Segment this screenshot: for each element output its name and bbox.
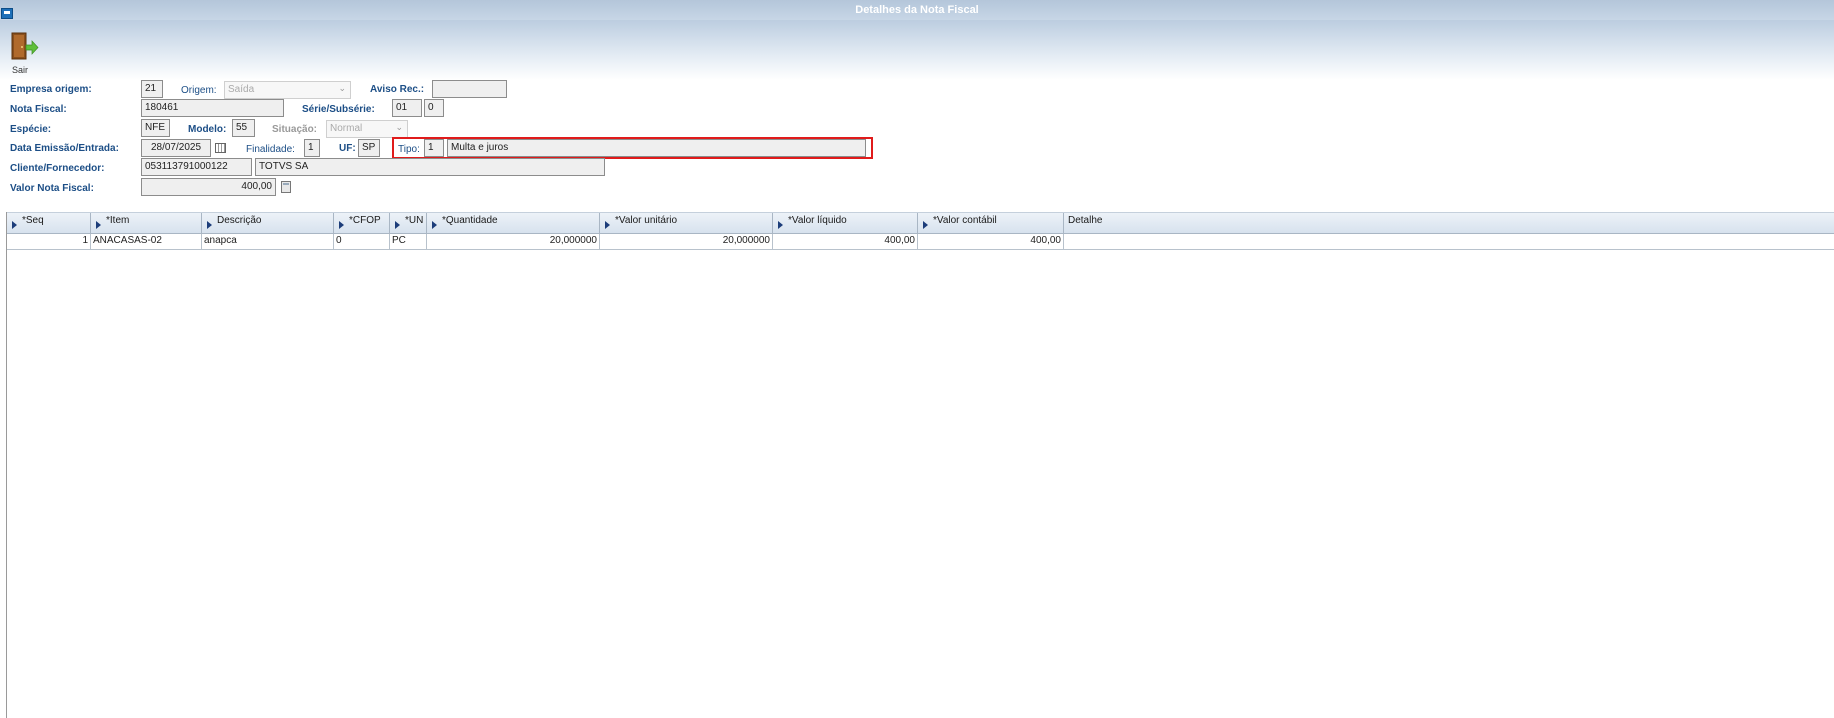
column-header-label: *Valor contábil [933, 215, 997, 226]
column-header-seq[interactable]: *Seq [7, 213, 91, 234]
cell-item[interactable]: ANACASAS-02 [91, 234, 202, 249]
cliente-code-field[interactable]: 053113791000122 [141, 158, 252, 176]
modelo-label: Modelo: [188, 124, 227, 135]
grid-header: *Seq *Item Descrição *CFOP *UN *Quantida… [7, 212, 1834, 234]
sort-arrow-icon [605, 221, 610, 229]
calculator-icon[interactable] [281, 181, 291, 193]
column-header-label: *Seq [22, 215, 44, 226]
sort-arrow-icon [339, 221, 344, 229]
exit-button-label: Sair [12, 65, 29, 75]
origem-select-value: Saída [228, 84, 255, 95]
column-header-un[interactable]: *UN [390, 213, 427, 234]
tipo-label: Tipo: [398, 144, 420, 155]
origem-label: Origem: [181, 85, 217, 96]
column-header-descricao[interactable]: Descrição [202, 213, 334, 234]
modelo-field[interactable]: 55 [232, 119, 255, 137]
valor-nota-fiscal-label: Valor Nota Fiscal: [10, 183, 94, 194]
column-header-item[interactable]: *Item [91, 213, 202, 234]
column-header-detalhe: Detalhe [1064, 213, 1834, 234]
column-header-label: *Valor líquido [788, 215, 847, 226]
situacao-label: Situação: [272, 124, 318, 135]
data-emissao-field[interactable]: 28/07/2025 [141, 139, 211, 157]
cliente-name-field[interactable]: TOTVS SA [255, 158, 605, 176]
cell-valor-contabil[interactable]: 400,00 [918, 234, 1064, 249]
column-header-label: *Item [106, 215, 130, 226]
cell-cfop[interactable]: 0 [334, 234, 390, 249]
column-header-label: *Quantidade [442, 215, 498, 226]
sort-arrow-icon [432, 221, 437, 229]
serie-field[interactable]: 01 [392, 99, 422, 117]
column-header-cfop[interactable]: *CFOP [334, 213, 390, 234]
especie-field[interactable]: NFE [141, 119, 170, 137]
column-header-valor-unitario[interactable]: *Valor unitário [600, 213, 773, 234]
sort-arrow-icon [923, 221, 928, 229]
especie-label: Espécie: [10, 124, 52, 135]
cell-seq[interactable]: 1 [7, 234, 91, 249]
empresa-origem-label: Empresa origem: [10, 84, 92, 95]
toolbar: Sair [0, 20, 1834, 80]
sort-arrow-icon [12, 221, 17, 229]
situacao-select-value: Normal [330, 123, 363, 134]
cliente-fornecedor-label: Cliente/Fornecedor: [10, 163, 105, 174]
valor-nota-fiscal-field[interactable]: 400,00 [141, 178, 276, 196]
column-header-label: Detalhe [1068, 215, 1103, 226]
cell-un[interactable]: PC [390, 234, 427, 249]
uf-label: UF: [339, 143, 356, 154]
chevron-down-icon: ⌄ [338, 83, 346, 93]
column-header-label: *Valor unitário [615, 215, 678, 226]
data-emissao-label: Data Emissão/Entrada: [10, 143, 119, 154]
cell-valor-unitario[interactable]: 20,000000 [600, 234, 773, 249]
tipo-description-field[interactable]: Multa e juros [447, 139, 866, 157]
serie-subserie-label: Série/Subsérie: [302, 104, 375, 115]
column-header-label: Descrição [217, 215, 262, 226]
tipo-code-field[interactable]: 1 [424, 139, 444, 157]
sort-arrow-icon [778, 221, 783, 229]
column-header-valor-contabil[interactable]: *Valor contábil [918, 213, 1064, 234]
cell-detalhe [1064, 234, 1834, 249]
sort-arrow-icon [395, 221, 400, 229]
nota-fiscal-label: Nota Fiscal: [10, 104, 67, 115]
sort-arrow-icon [207, 221, 212, 229]
column-header-label: *UN [405, 215, 424, 226]
finalidade-label: Finalidade: [246, 144, 295, 155]
origem-select: Saída ⌄ [224, 81, 351, 99]
table-row[interactable]: 1 ANACASAS-02 anapca 0 PC 20,000000 20,0… [7, 234, 1834, 250]
nota-fiscal-field[interactable]: 180461 [141, 99, 284, 117]
sort-arrow-icon [96, 221, 101, 229]
exit-door-icon [11, 32, 39, 60]
cell-valor-liquido[interactable]: 400,00 [773, 234, 918, 249]
finalidade-field[interactable]: 1 [304, 139, 320, 157]
window-title: Detalhes da Nota Fiscal [855, 4, 979, 16]
chevron-down-icon: ⌄ [395, 122, 403, 132]
empresa-origem-field[interactable]: 21 [141, 80, 163, 98]
column-header-label: *CFOP [349, 215, 381, 226]
exit-button[interactable]: Sair [9, 30, 43, 75]
title-bar: Detalhes da Nota Fiscal [0, 0, 1834, 20]
cell-quantidade[interactable]: 20,000000 [427, 234, 600, 249]
calendar-icon[interactable] [215, 143, 226, 153]
column-header-quantidade[interactable]: *Quantidade [427, 213, 600, 234]
aviso-rec-label: Aviso Rec.: [370, 84, 425, 95]
cell-descricao[interactable]: anapca [202, 234, 334, 249]
aviso-rec-field[interactable] [432, 80, 507, 98]
column-header-valor-liquido[interactable]: *Valor líquido [773, 213, 918, 234]
items-grid: *Seq *Item Descrição *CFOP *UN *Quantida… [6, 212, 1834, 718]
uf-field[interactable]: SP [358, 139, 380, 157]
situacao-select: Normal ⌄ [326, 120, 408, 138]
subserie-field[interactable]: 0 [424, 99, 444, 117]
